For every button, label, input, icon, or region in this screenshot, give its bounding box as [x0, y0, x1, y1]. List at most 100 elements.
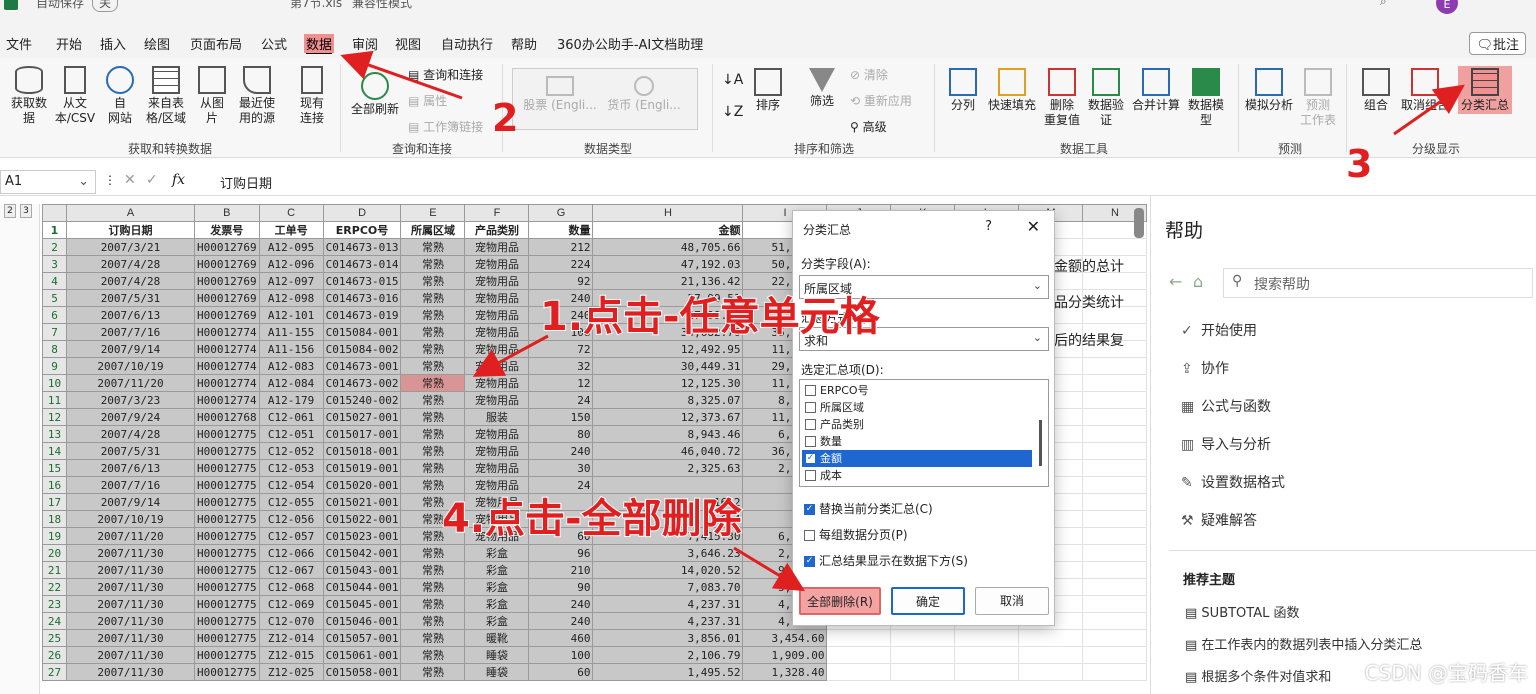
cell[interactable]: 2007/3/23: [66, 391, 195, 409]
cell[interactable]: 常熟: [400, 306, 466, 324]
row-number[interactable]: 6: [42, 306, 67, 324]
cell[interactable]: 2007/4/28: [66, 425, 195, 443]
cell[interactable]: 订购日期: [66, 221, 195, 239]
cell[interactable]: H00012775: [194, 561, 260, 579]
row-number[interactable]: 2: [42, 238, 67, 256]
column-header[interactable]: E: [400, 204, 466, 222]
cell[interactable]: H00012769: [194, 289, 260, 307]
advanced-filter-button[interactable]: ⚲ 高级: [850, 118, 887, 135]
cell[interactable]: 2007/6/13: [66, 306, 195, 324]
summary-below-option[interactable]: ✓ 汇总结果显示在数据下方(S): [801, 553, 968, 570]
cell[interactable]: [1082, 238, 1148, 256]
cell[interactable]: 3,856.01: [592, 629, 744, 647]
cell[interactable]: [890, 663, 956, 681]
cell[interactable]: 睡袋: [464, 646, 530, 664]
cell[interactable]: 2007/10/19: [66, 510, 195, 528]
cell[interactable]: H00012774: [194, 323, 260, 341]
cell[interactable]: C12-051: [258, 425, 324, 443]
cell[interactable]: 2,106.79: [592, 646, 744, 664]
cell[interactable]: 常熟: [400, 595, 466, 613]
cell[interactable]: C015061-001: [322, 646, 402, 664]
ungroup-button[interactable]: 取消组合: [1398, 68, 1452, 113]
cell[interactable]: 240: [528, 612, 594, 630]
help-link-insert-subtotals[interactable]: ▤ 在工作表内的数据列表中插入分类汇总: [1185, 634, 1422, 653]
cell[interactable]: 金额: [592, 221, 744, 239]
row-number[interactable]: 12: [42, 408, 67, 426]
cell[interactable]: 睡袋: [464, 663, 530, 681]
cell[interactable]: [954, 646, 1020, 664]
cell[interactable]: C015084-001: [322, 323, 402, 341]
row-number[interactable]: 18: [42, 510, 67, 528]
list-item[interactable]: ✓ 金额: [802, 450, 1032, 467]
cell[interactable]: 彩盒: [464, 544, 530, 562]
cell[interactable]: C014673-013: [322, 238, 402, 256]
cell[interactable]: [890, 629, 956, 647]
cell[interactable]: 常熟: [400, 459, 466, 477]
cell[interactable]: 2007/11/30: [66, 544, 195, 562]
cell[interactable]: H00012775: [194, 663, 260, 681]
cell[interactable]: 发票号: [194, 221, 260, 239]
remove-duplicates-button[interactable]: 删除 重复值: [1042, 68, 1082, 128]
reapply-button[interactable]: ⟲ 重新应用: [850, 92, 912, 109]
fx-icon[interactable]: fx: [172, 172, 185, 188]
cell[interactable]: 24: [528, 391, 594, 409]
page-break-option[interactable]: 每组数据分页(P): [801, 527, 908, 544]
cell[interactable]: H00012769: [194, 306, 260, 324]
cell[interactable]: 2007/10/19: [66, 357, 195, 375]
cell[interactable]: [1082, 561, 1148, 579]
cell[interactable]: Z12-014: [258, 629, 324, 647]
cell[interactable]: [1082, 612, 1148, 630]
cell[interactable]: A12-097: [258, 272, 324, 290]
cell[interactable]: 彩盒: [464, 578, 530, 596]
cell[interactable]: 常熟: [400, 646, 466, 664]
outline-level-2[interactable]: 2: [4, 204, 16, 218]
row-number[interactable]: 9: [42, 357, 67, 375]
column-header[interactable]: B: [194, 204, 260, 222]
cell[interactable]: [826, 629, 892, 647]
cell[interactable]: C015046-001: [322, 612, 402, 630]
cell[interactable]: 常熟: [400, 289, 466, 307]
cell[interactable]: H00012775: [194, 442, 260, 460]
row-number[interactable]: 7: [42, 323, 67, 341]
cell[interactable]: H00012775: [194, 510, 260, 528]
cell[interactable]: 2007/11/30: [66, 561, 195, 579]
cell[interactable]: 210: [528, 561, 594, 579]
cell[interactable]: 常熟: [400, 663, 466, 681]
home-icon[interactable]: ⌂: [1193, 272, 1203, 291]
cell[interactable]: C015023-001: [322, 527, 402, 545]
column-header[interactable]: F: [464, 204, 530, 222]
cell[interactable]: 30,449.31: [592, 357, 744, 375]
cell[interactable]: C015019-001: [322, 459, 402, 477]
cell[interactable]: 2007/9/14: [66, 340, 195, 358]
cell[interactable]: 240: [528, 442, 594, 460]
cell[interactable]: C015057-001: [322, 629, 402, 647]
cell[interactable]: 宠物用品: [464, 255, 530, 273]
cell[interactable]: [1082, 629, 1148, 647]
cell[interactable]: [1082, 374, 1148, 392]
cell[interactable]: H00012775: [194, 527, 260, 545]
cell[interactable]: 宠物用品: [464, 425, 530, 443]
search-icon[interactable]: ⌕: [1380, 0, 1387, 9]
cell[interactable]: 2007/7/16: [66, 476, 195, 494]
cell[interactable]: 宠物用品: [464, 272, 530, 290]
formula-input[interactable]: 订购日期: [220, 173, 272, 192]
list-item[interactable]: 成本: [802, 467, 1032, 484]
cell[interactable]: C12-054: [258, 476, 324, 494]
cell[interactable]: 宠物用品: [464, 323, 530, 341]
cell[interactable]: [1082, 544, 1148, 562]
text-to-columns-button[interactable]: 分列: [944, 68, 982, 113]
cell[interactable]: C12-068: [258, 578, 324, 596]
cell[interactable]: H00012774: [194, 357, 260, 375]
cell[interactable]: 96: [528, 544, 594, 562]
cell[interactable]: A12-101: [258, 306, 324, 324]
cell[interactable]: A11-156: [258, 340, 324, 358]
help-item-troubleshoot[interactable]: ⚒ 疑难解答: [1181, 510, 1257, 530]
cell[interactable]: C015042-001: [322, 544, 402, 562]
subtotal-button[interactable]: 分类汇总: [1456, 68, 1514, 113]
cell[interactable]: H00012775: [194, 578, 260, 596]
row-number[interactable]: 21: [42, 561, 67, 579]
cell[interactable]: C12-057: [258, 527, 324, 545]
cell[interactable]: H00012769: [194, 238, 260, 256]
cell[interactable]: 2007/11/30: [66, 578, 195, 596]
cell[interactable]: [1082, 578, 1148, 596]
